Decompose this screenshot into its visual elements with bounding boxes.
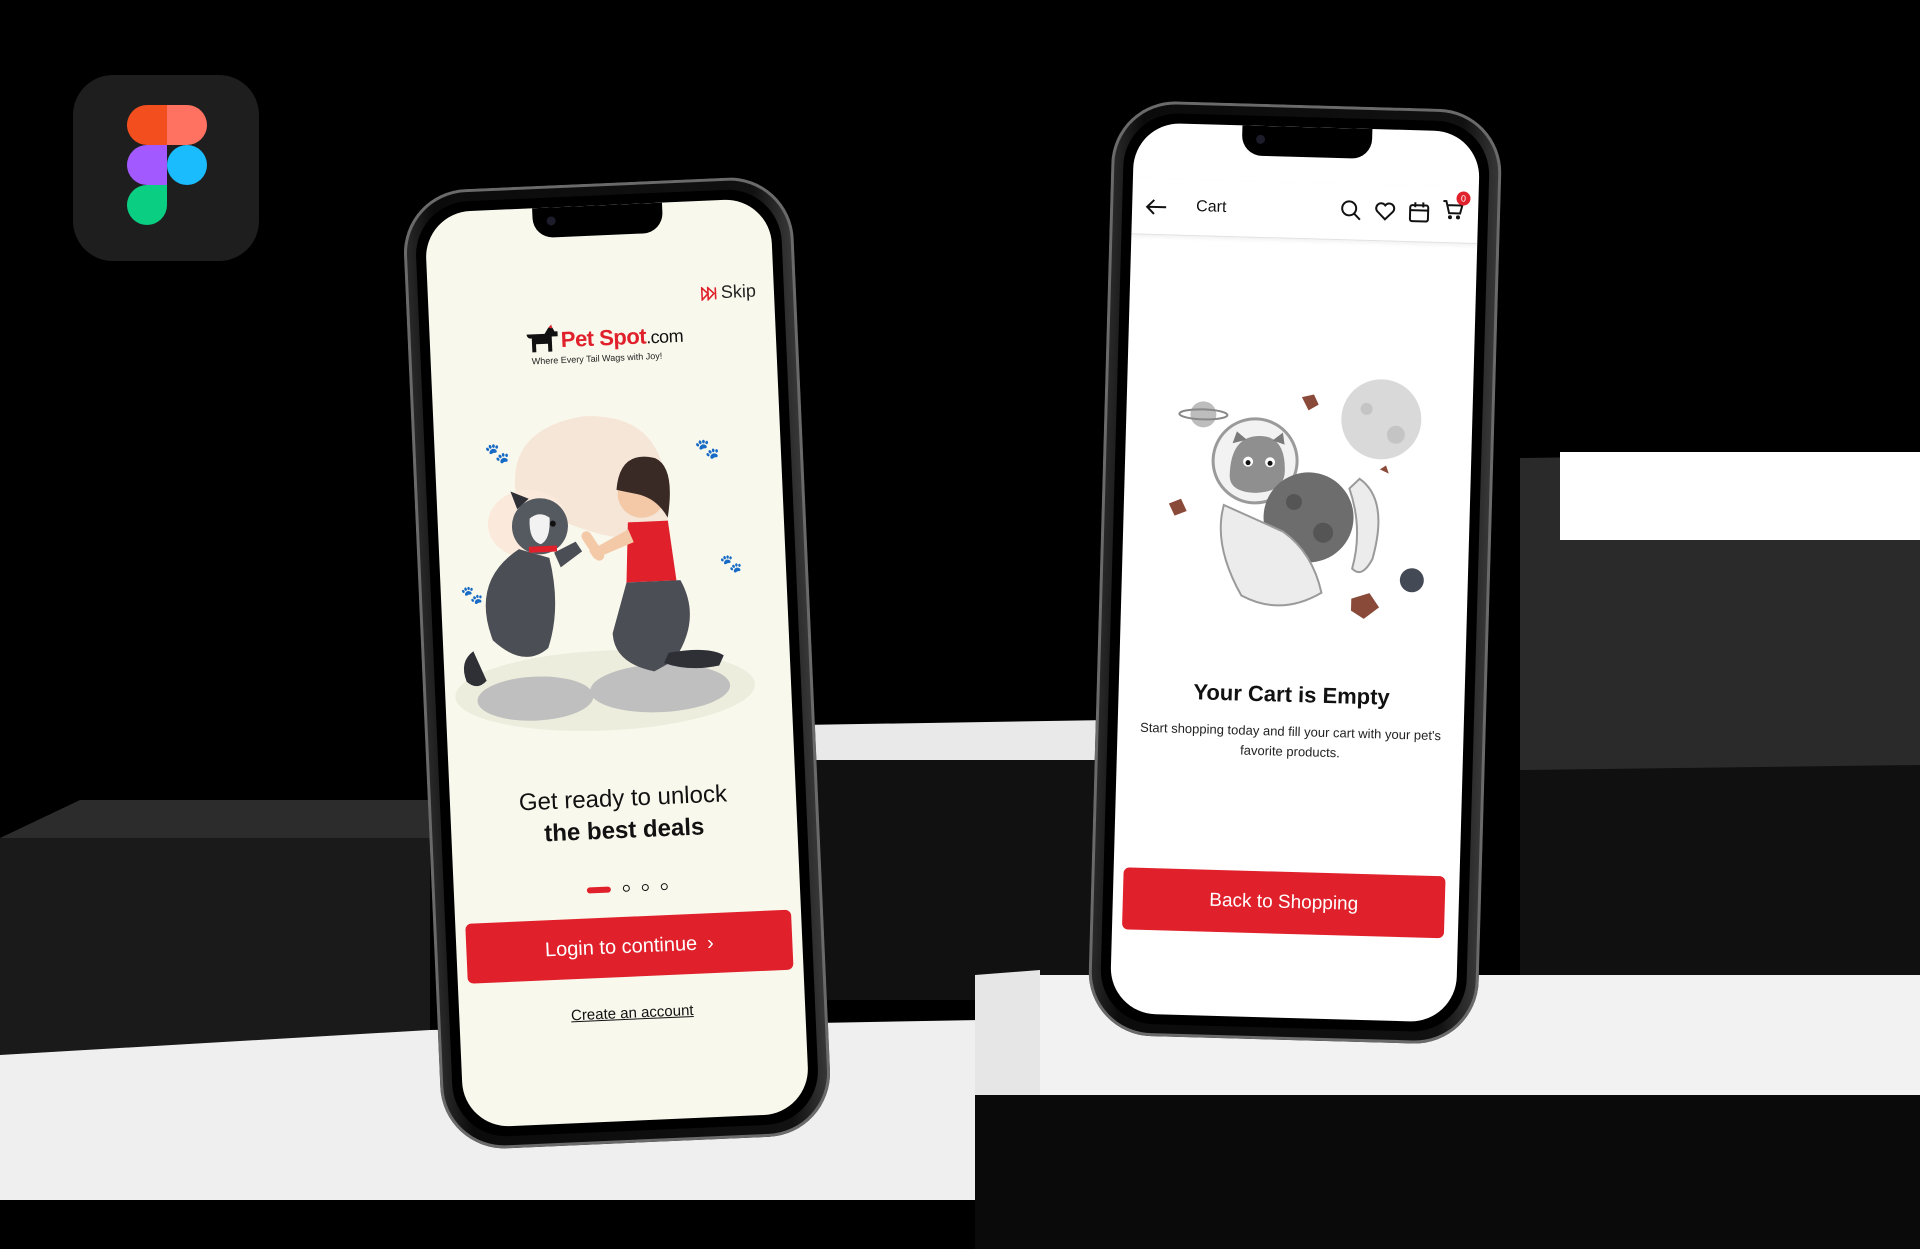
header-actions: 0 <box>1340 191 1471 227</box>
svg-text:🐾: 🐾 <box>460 585 483 606</box>
heart-icon[interactable] <box>1374 201 1397 222</box>
back-arrow-icon[interactable] <box>1144 197 1169 218</box>
pagination-dot[interactable] <box>660 883 668 891</box>
brand-logo: Pet Spot.com Where Every Tail Wags with … <box>524 318 686 367</box>
phone-notch <box>532 202 664 239</box>
headline: Get ready to unlock the best deals <box>449 777 797 852</box>
phone-cart: Cart 0 Your Cart is Empty Start shopping… <box>1087 99 1503 1046</box>
pagination-dots <box>454 877 800 899</box>
phone-onboarding: Skip Pet Spot.com Where Every Tail Wags … <box>401 174 833 1152</box>
figma-logo-icon <box>127 105 207 225</box>
back-to-shopping-button[interactable]: Back to Shopping <box>1121 867 1446 939</box>
onboarding-screen: Skip Pet Spot.com Where Every Tail Wags … <box>424 197 810 1129</box>
svg-text:🐾: 🐾 <box>719 553 742 574</box>
cart-icon-wrapper[interactable]: 0 <box>1442 191 1471 227</box>
chevron-right-icon: › <box>706 931 715 954</box>
login-button-label: Login to continue <box>544 932 698 961</box>
svg-text:🐾: 🐾 <box>694 438 720 461</box>
search-icon[interactable] <box>1340 199 1363 222</box>
empty-cart-title: Your Cart is Empty <box>1193 679 1391 710</box>
pagination-dot[interactable] <box>641 883 649 892</box>
svg-text:🐾: 🐾 <box>484 442 510 465</box>
phone-notch <box>1241 125 1373 159</box>
skip-button[interactable]: Skip <box>700 281 756 304</box>
skip-icon <box>700 285 717 301</box>
pagination-dot[interactable] <box>622 884 630 892</box>
create-account-link[interactable]: Create an account <box>459 997 805 1029</box>
figma-app-badge <box>73 75 259 261</box>
empty-cart-description: Start shopping today and fill your cart … <box>1139 719 1442 761</box>
login-button[interactable]: Login to continue › <box>465 909 794 984</box>
astronaut-cat-illustration <box>1168 379 1424 619</box>
brand-domain: .com <box>645 325 684 348</box>
dog-high-five-illustration: 🐾 🐾 🐾 🐾 <box>455 416 756 732</box>
dog-logo-icon <box>526 324 558 353</box>
cart-title: Cart <box>1195 198 1227 216</box>
skip-label: Skip <box>720 280 757 303</box>
background-scene <box>0 0 1920 1249</box>
cart-screen: Cart 0 Your Cart is Empty Start shopping… <box>1109 122 1481 1023</box>
calendar-icon[interactable] <box>1408 201 1431 224</box>
pagination-dot-active[interactable] <box>586 886 611 894</box>
back-to-shopping-label: Back to Shopping <box>1209 889 1359 915</box>
brand-name: Pet Spot <box>560 323 647 353</box>
cart-header: Cart 0 <box>1131 178 1479 244</box>
cart-badge: 0 <box>1456 191 1471 206</box>
